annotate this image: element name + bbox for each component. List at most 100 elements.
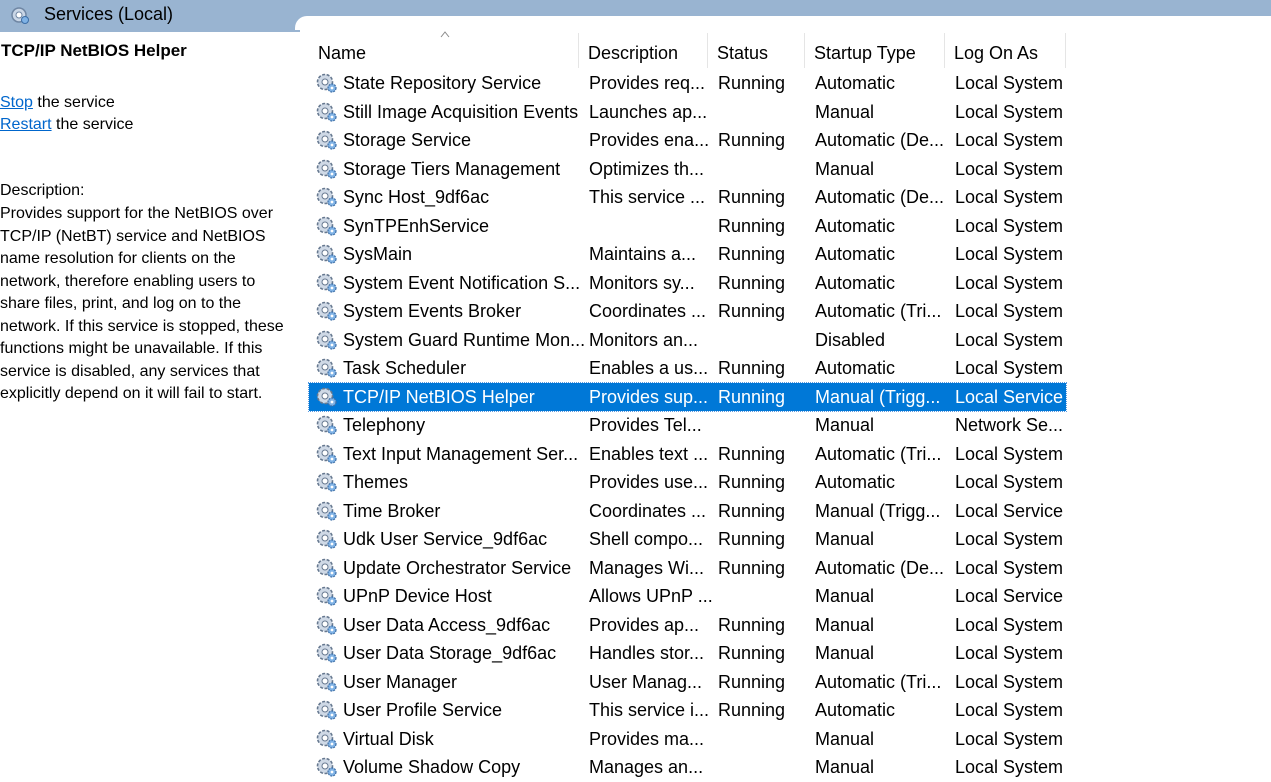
service-status-cell: Running <box>718 500 786 521</box>
service-startup-cell: Manual (Trigg... <box>815 500 941 521</box>
service-status-cell: Running <box>718 614 786 635</box>
service-status-cell: Running <box>718 272 786 293</box>
service-status-cell: Running <box>718 557 786 578</box>
service-logon-cell: Local System <box>955 187 1064 207</box>
service-status-cell: Running <box>718 130 786 150</box>
service-name-cell: Time Broker <box>343 500 441 521</box>
service-status-cell: Running <box>718 386 786 407</box>
service-description-cell: Optimizes th... <box>589 158 705 179</box>
service-description-cell: Enables text ... <box>589 443 709 464</box>
service-description-cell: Provides ap... <box>589 614 700 635</box>
stop-service-action: Stop the service <box>0 92 115 115</box>
table-row[interactable]: State Repository Service Provides req... R… <box>309 69 1066 98</box>
service-description-cell: Manages an... <box>589 757 704 777</box>
table-row[interactable]: Time Broker Coordinates ... Running Manual … <box>309 497 1066 526</box>
table-row[interactable]: Volume Shadow Copy Manages an... Manual Loc… <box>309 753 1066 782</box>
service-status-cell <box>718 753 803 782</box>
column-header-log-on-as[interactable]: Log On As <box>945 33 1066 68</box>
service-startup-cell: Automatic (De... <box>815 187 945 207</box>
table-row[interactable]: Telephony Provides Tel... Manual Network Se… <box>309 411 1066 440</box>
table-row[interactable]: Update Orchestrator Service Manages Wi...… <box>309 554 1066 583</box>
table-row[interactable]: Text Input Management Ser... Enables text… <box>309 440 1066 469</box>
table-row[interactable]: Still Image Acquisition Events Launches a… <box>309 98 1066 127</box>
column-header-name[interactable]: Name <box>309 33 579 68</box>
service-gear-icon <box>316 187 337 207</box>
column-header-row: Name Description Status Startup Type Log… <box>309 33 1069 68</box>
service-name-cell: System Events Broker <box>343 301 522 321</box>
table-row[interactable]: User Profile Service This service i... Run… <box>309 696 1066 725</box>
title-bar: Services (Local) <box>0 0 1271 32</box>
services-list[interactable]: Name Description Status Startup Type Log… <box>308 30 1271 777</box>
service-description-cell: Provides use... <box>589 472 709 492</box>
service-gear-icon <box>316 330 337 350</box>
service-startup-cell: Manual <box>815 643 875 663</box>
service-startup-cell: Automatic <box>815 358 896 378</box>
table-row[interactable]: Sync Host_9df6ac This service ... Running A… <box>309 183 1066 212</box>
table-row[interactable]: UPnP Device Host Allows UPnP ... Manual Loc… <box>309 582 1066 611</box>
service-logon-cell: Local System <box>955 643 1064 663</box>
column-header-startup-type[interactable]: Startup Type <box>805 33 945 68</box>
service-startup-cell: Manual <box>815 614 875 635</box>
service-logon-cell: Local System <box>955 529 1064 549</box>
service-gear-icon <box>316 387 337 407</box>
service-startup-cell: Automatic <box>815 272 896 293</box>
service-startup-cell: Automatic (De... <box>815 557 945 578</box>
service-logon-cell: Local System <box>955 614 1064 635</box>
service-status-cell: Running <box>718 472 786 492</box>
service-description-cell: Maintains a... <box>589 244 697 264</box>
column-header-description[interactable]: Description <box>579 33 708 68</box>
service-startup-cell: Automatic (De... <box>815 130 945 150</box>
service-logon-cell: Local System <box>955 244 1064 264</box>
service-startup-cell: Manual (Trigg... <box>815 386 941 407</box>
service-logon-cell: Local System <box>955 73 1064 93</box>
table-row[interactable]: User Data Storage_9df6ac Handles stor... R… <box>309 639 1066 668</box>
restart-link[interactable]: Restart <box>0 116 52 133</box>
service-logon-cell: Local System <box>955 671 1064 692</box>
service-startup-cell: Automatic (Tri... <box>815 443 942 464</box>
service-description-cell: Shell compo... <box>589 529 704 549</box>
service-logon-cell: Local System <box>955 700 1064 720</box>
service-name-cell: Task Scheduler <box>343 358 467 378</box>
service-startup-cell: Disabled <box>815 329 886 350</box>
table-row[interactable]: System Events Broker Coordinates ... Runni… <box>309 297 1066 326</box>
table-row[interactable]: System Event Notification S... Monitors s… <box>309 269 1066 298</box>
table-row[interactable]: Storage Service Provides ena... Running Aut… <box>309 126 1066 155</box>
service-logon-cell: Local Service <box>955 386 1064 407</box>
service-description-cell: Launches ap... <box>589 101 708 122</box>
service-gear-icon <box>316 501 337 521</box>
table-row[interactable]: Storage Tiers Management Optimizes th... M… <box>309 155 1066 184</box>
table-row[interactable]: User Data Access_9df6ac Provides ap... Run… <box>309 611 1066 640</box>
service-startup-cell: Automatic <box>815 73 896 93</box>
service-gear-icon <box>316 73 337 93</box>
table-row[interactable]: Themes Provides use... Running Automatic Loc… <box>309 468 1066 497</box>
table-row[interactable]: Udk User Service_9df6ac Shell compo... Run… <box>309 525 1066 554</box>
service-description-cell: Manages Wi... <box>589 557 705 578</box>
service-name-cell: TCP/IP NetBIOS Helper <box>343 386 535 407</box>
table-row[interactable]: Task Scheduler Enables a us... Running Auto… <box>309 354 1066 383</box>
service-description-cell: User Manag... <box>589 671 703 692</box>
service-logon-cell: Local System <box>955 557 1064 578</box>
service-status-cell <box>718 411 803 440</box>
service-description-cell: Provides ena... <box>589 130 710 150</box>
service-logon-cell: Local System <box>955 158 1064 179</box>
service-name-cell: User Profile Service <box>343 700 503 720</box>
service-name-cell: Volume Shadow Copy <box>343 757 521 777</box>
service-startup-cell: Automatic (Tri... <box>815 671 942 692</box>
service-name-cell: System Event Notification S... <box>343 272 581 293</box>
service-startup-cell: Manual <box>815 757 875 777</box>
service-name-cell: SynTPEnhService <box>343 215 490 236</box>
service-gear-icon <box>316 244 337 264</box>
service-logon-cell: Local System <box>955 101 1064 122</box>
service-description-cell: Provides ma... <box>589 728 705 749</box>
table-row[interactable]: Virtual Disk Provides ma... Manual Local Sy… <box>309 725 1066 754</box>
table-row[interactable]: SynTPEnhService Running Automatic Local Sys… <box>309 212 1066 241</box>
service-startup-cell: Manual <box>815 158 875 179</box>
stop-link[interactable]: Stop <box>0 94 33 111</box>
table-row[interactable]: User Manager User Manag... Running Automati… <box>309 668 1066 697</box>
table-row[interactable]: System Guard Runtime Mon... Monitors an..… <box>309 326 1066 355</box>
table-row[interactable]: TCP/IP NetBIOS Helper Provides sup... Runn… <box>308 381 1067 412</box>
column-header-status[interactable]: Status <box>708 33 805 68</box>
service-status-cell <box>718 582 803 611</box>
table-row[interactable]: SysMain Maintains a... Running Automatic Loc… <box>309 240 1066 269</box>
service-status-cell <box>718 725 803 754</box>
